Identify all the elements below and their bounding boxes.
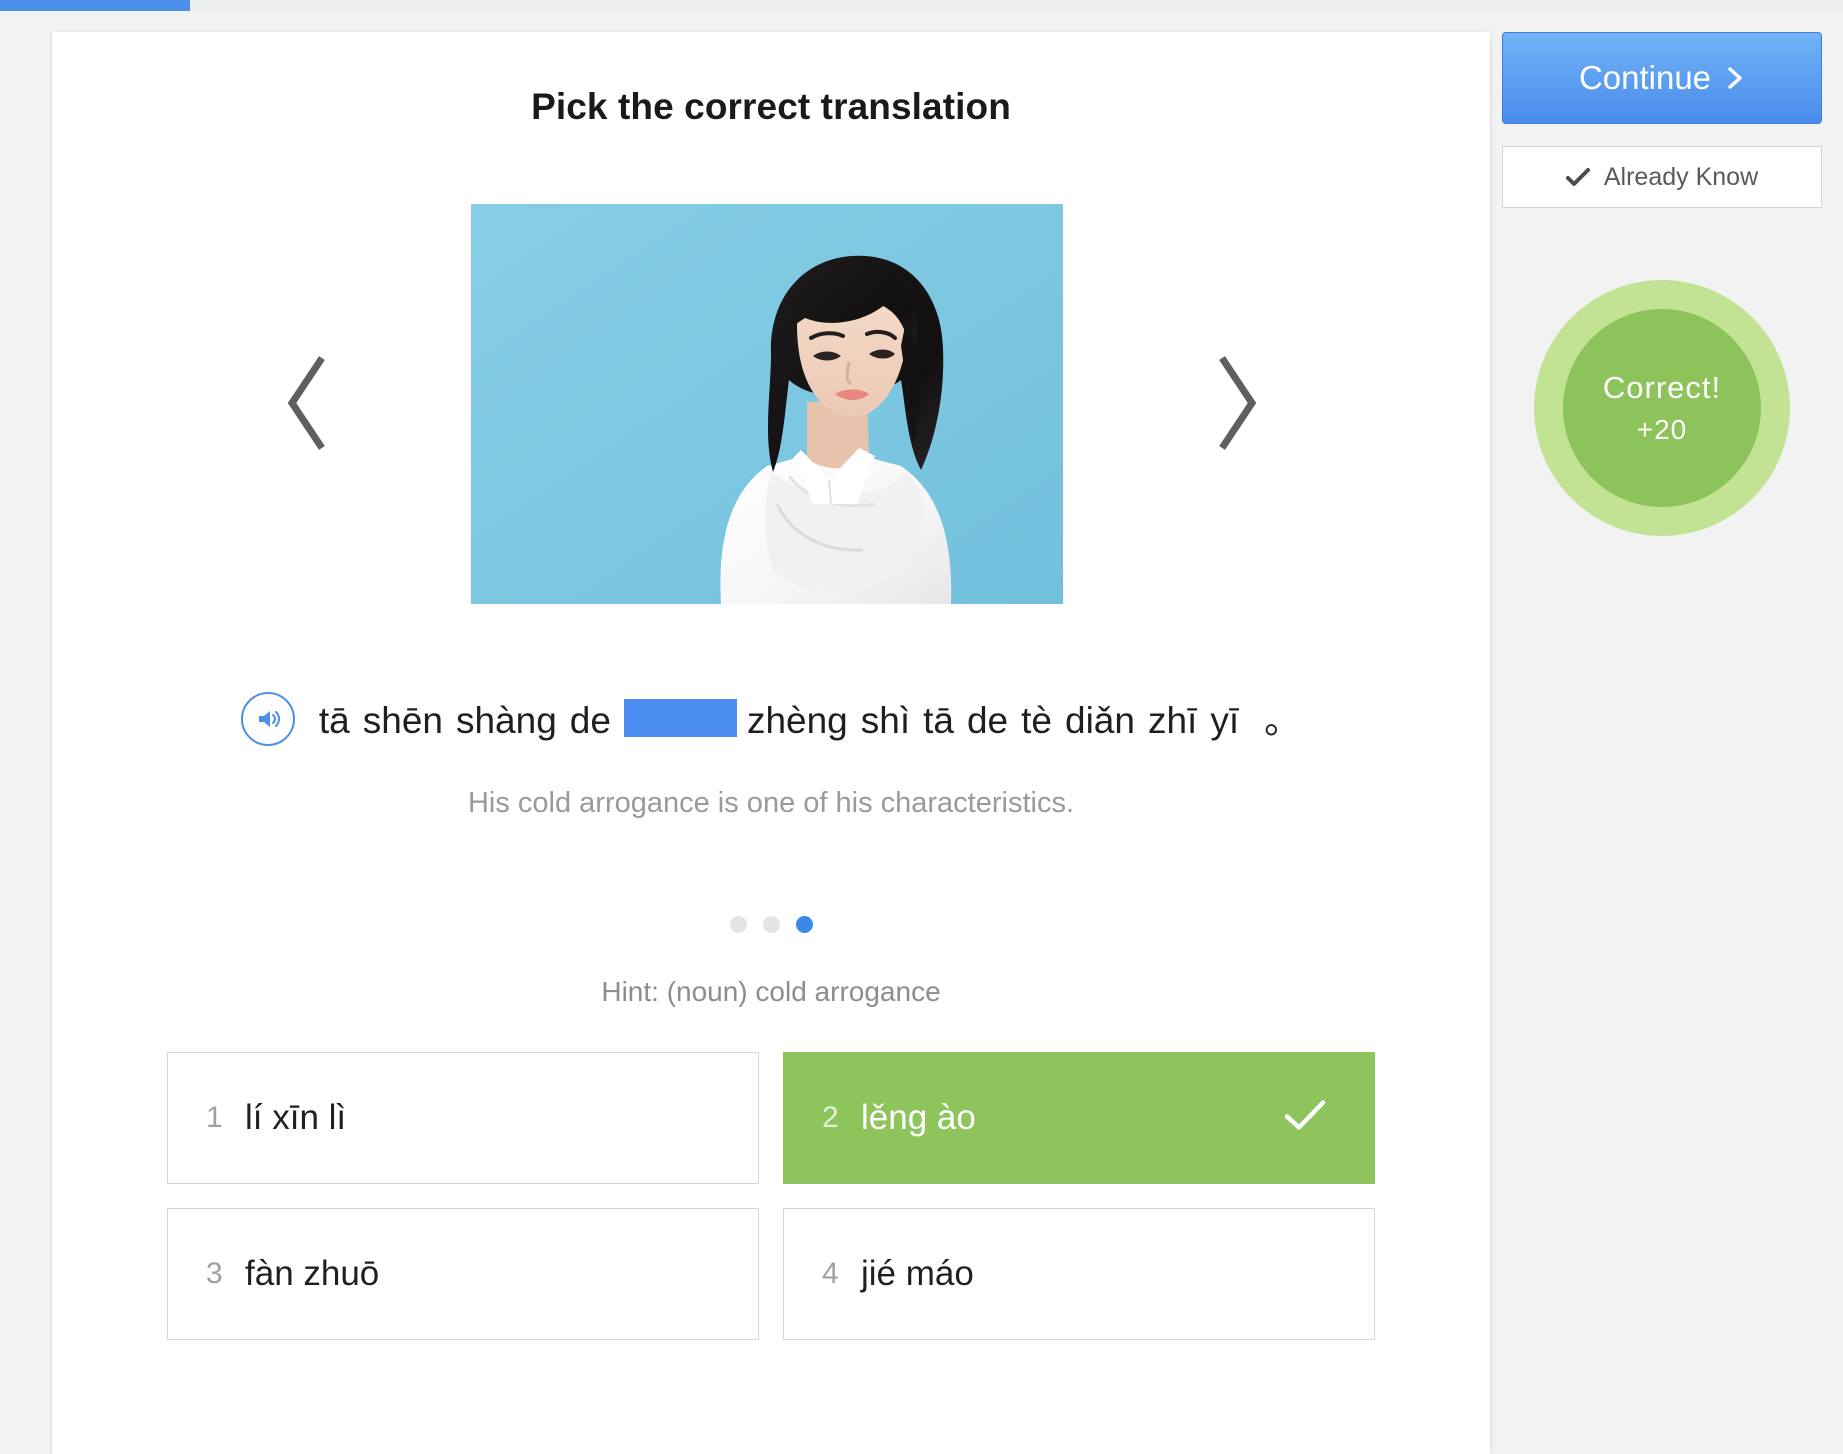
play-audio-button[interactable] <box>240 692 295 746</box>
step-dots <box>52 916 1490 933</box>
answer-option[interactable]: 2 lěng ào <box>783 1052 1375 1184</box>
answer-option[interactable]: 3 fàn zhuō <box>167 1208 759 1340</box>
sentence-word: de <box>569 700 611 741</box>
sentence-word: diǎn <box>1065 700 1135 741</box>
answer-option-number: 4 <box>822 1257 839 1290</box>
score-status-label: Correct! <box>1602 370 1722 405</box>
answer-option-label: fàn zhuō <box>245 1254 380 1293</box>
previous-image-button[interactable] <box>272 333 342 473</box>
chevron-right-icon <box>1219 356 1257 450</box>
step-dot[interactable] <box>795 916 813 933</box>
answer-option-label: lěng ào <box>861 1098 976 1137</box>
sentence-word: zhèng <box>746 700 848 741</box>
sentence-translation: His cold arrogance is one of his charact… <box>467 787 1075 819</box>
answer-option[interactable]: 4 jié máo <box>783 1208 1375 1340</box>
answer-blank[interactable] <box>623 699 737 737</box>
exercise-card: Pick the correct translation tā shēn shà… <box>52 32 1490 1454</box>
already-know-label: Already Know <box>1603 162 1759 191</box>
check-icon <box>1565 167 1590 187</box>
sentence-punctuation: 。 <box>1264 700 1302 741</box>
woman-photo <box>471 204 1063 604</box>
page-body: Pick the correct translation tā shēn shà… <box>0 11 1843 1454</box>
sentence-word: de <box>966 700 1009 741</box>
sentence-word: zhī <box>1147 700 1198 741</box>
speaker-icon <box>258 711 280 727</box>
step-dot[interactable] <box>762 916 780 933</box>
answer-option-label: jié máo <box>861 1254 974 1293</box>
next-image-button[interactable] <box>1202 333 1272 473</box>
hint-text: Hint: (noun) cold arrogance <box>601 976 941 1007</box>
sentence-row: tā shēn shàng de zhèng shì tā de tè diǎn zhī yī。 <box>52 692 1490 746</box>
chevron-right-icon <box>1725 65 1745 91</box>
score-points: +20 <box>1636 414 1688 445</box>
sentence-word: tè <box>1021 700 1052 741</box>
sentence-word: shēn <box>362 700 443 741</box>
already-know-button[interactable]: Already Know <box>1502 146 1822 208</box>
score-badge: Correct! +20 <box>1534 280 1790 536</box>
media-carousel <box>52 183 1490 604</box>
answer-option-number: 2 <box>822 1101 839 1134</box>
answer-option-number: 1 <box>206 1101 223 1134</box>
continue-button-label: Continue <box>1578 59 1712 96</box>
lesson-progress-fill <box>0 0 190 11</box>
check-icon <box>1284 1100 1326 1137</box>
answer-option-number: 3 <box>206 1257 223 1290</box>
sentence-text: tā shēn shàng de zhèng shì tā de tè diǎn zhī yī。 <box>319 699 1301 739</box>
sentence-word: shàng <box>455 700 557 741</box>
chevron-left-icon <box>287 356 325 450</box>
sentence-word: tā <box>318 700 350 741</box>
answer-option[interactable]: 1 lí xīn lì <box>167 1052 759 1184</box>
page-title: Pick the correct translation <box>531 86 1011 127</box>
sentence-word: shì <box>860 700 911 741</box>
side-panel: Continue Already Know Correct! +20 <box>1502 32 1822 536</box>
step-dot[interactable] <box>729 916 747 933</box>
answer-options: 1 lí xīn lì 2 lěng ào 3 fàn zhuō 4 jié máo <box>167 1052 1375 1340</box>
answer-option-label: lí xīn lì <box>245 1098 347 1137</box>
score-badge-inner: Correct! +20 <box>1563 309 1761 507</box>
lesson-progress-bar <box>0 0 1843 11</box>
continue-button[interactable]: Continue <box>1502 32 1822 124</box>
sentence-word: tā <box>923 700 954 741</box>
vocabulary-image <box>471 204 1063 604</box>
sentence-word: yī <box>1210 700 1240 741</box>
